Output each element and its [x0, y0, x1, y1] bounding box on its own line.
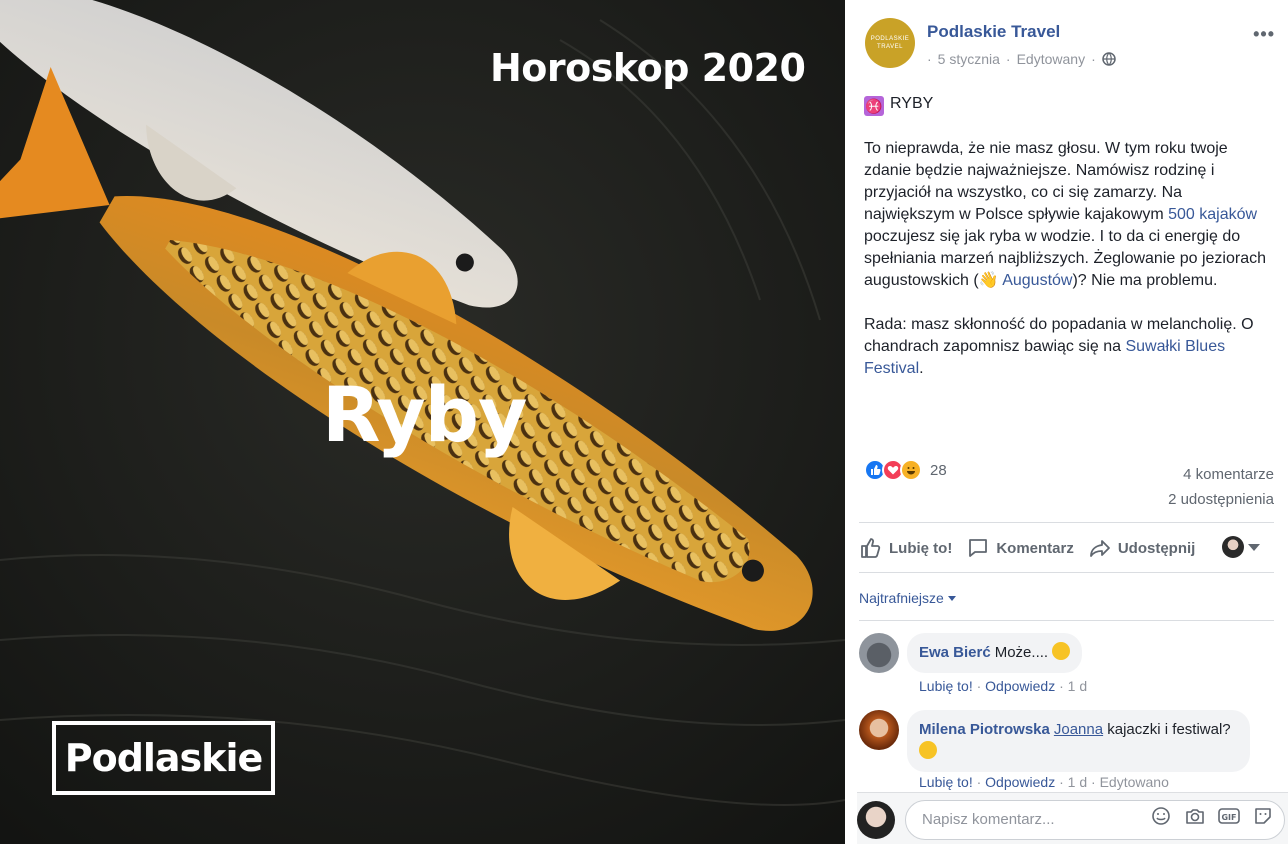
svg-text:GIF: GIF — [1221, 813, 1236, 822]
page-avatar[interactable]: PODLASKIE TRAVEL — [865, 18, 915, 68]
meta-sep: · — [1005, 51, 1011, 67]
thumbs-up-icon — [861, 538, 881, 558]
comment-time[interactable]: 1 d — [1068, 774, 1087, 790]
grin-emoji-icon — [1052, 642, 1071, 660]
engagement-counts: 4 komentarze 2 udostępnienia — [1168, 462, 1274, 512]
speech-bubble-icon — [969, 539, 988, 557]
comment-bubble: Ewa Bierć Może.... — [907, 633, 1083, 673]
photo-logo-text: Podlaskie — [64, 736, 264, 780]
post-meta: · 5 stycznia · Edytowany · — [927, 51, 1116, 67]
post-heading: ♓ RYBY — [864, 93, 1276, 116]
reaction-count: 28 — [930, 461, 947, 479]
link-500-kajakow[interactable]: 500 kajaków — [1168, 206, 1257, 223]
more-options-icon[interactable]: ••• — [1253, 24, 1275, 45]
overlay-sign-name: Ryby — [322, 370, 528, 459]
comment-time[interactable]: 1 d — [1068, 678, 1087, 694]
divider — [859, 522, 1274, 523]
current-user-avatar — [857, 801, 895, 839]
post-date[interactable]: 5 stycznia — [938, 51, 1000, 67]
sticker-icon[interactable] — [1252, 805, 1274, 827]
comment-meta: Lubię to! · Odpowiedz · 1 d — [919, 678, 1088, 694]
p1-text-c: )? Nie ma problemu. — [1072, 272, 1218, 289]
tagged-user-link[interactable]: Joanna — [1054, 721, 1103, 738]
post-body: ♓ RYBY To nieprawda, że nie masz głosu. W… — [864, 93, 1276, 402]
post-header: PODLASKIE TRAVEL Podlaskie Travel · 5 st… — [865, 18, 1275, 74]
page-name-link[interactable]: Podlaskie Travel — [927, 22, 1060, 42]
comment-reply-link[interactable]: Odpowiedz — [985, 774, 1055, 790]
post-paragraph-2: Rada: masz skłonność do popadania w mela… — [864, 314, 1276, 380]
share-label: Udostępnij — [1117, 539, 1196, 557]
action-bar: Lubię to! Komentarz Udostępnij — [859, 530, 1274, 566]
chevron-down-icon — [947, 595, 956, 601]
user-avatar — [1222, 536, 1244, 558]
comment-like-link[interactable]: Lubię to! — [919, 678, 973, 694]
meta-sep: · — [1091, 51, 1096, 67]
like-label: Lubię to! — [889, 539, 953, 557]
gif-icon[interactable]: GIF — [1218, 805, 1240, 827]
globe-icon[interactable] — [1102, 52, 1116, 66]
meta-sep: · — [927, 51, 932, 67]
commenter-avatar[interactable] — [859, 633, 899, 673]
page-avatar-line1: PODLASKIE — [870, 36, 910, 42]
chevron-down-icon — [1248, 543, 1260, 551]
comments-count-link[interactable]: 4 komentarze — [1168, 462, 1274, 487]
page-avatar-line2: TRAVEL — [877, 44, 903, 50]
comment-edited[interactable]: Edytowano — [1100, 774, 1169, 790]
link-augustow[interactable]: Augustów — [1002, 272, 1072, 289]
comment-reply-link[interactable]: Odpowiedz — [985, 678, 1055, 694]
comment-text: Może.... — [994, 644, 1049, 661]
comment-sort-dropdown[interactable]: Najtrafniejsze — [859, 590, 956, 606]
comment-author[interactable]: Ewa Bierć — [919, 644, 991, 661]
share-button[interactable]: Udostępnij — [1088, 536, 1196, 560]
p2-text-b: . — [919, 360, 924, 377]
pisces-sign-icon: ♓ — [864, 96, 884, 116]
emoji-icon[interactable] — [1150, 805, 1172, 827]
post-photo[interactable]: Horoskop 2020 Ryby Podlaskie — [0, 0, 845, 844]
haha-reaction-icon — [900, 459, 922, 481]
comment-label: Komentarz — [996, 539, 1074, 557]
post-heading-text: RYBY — [890, 95, 934, 112]
like-button[interactable]: Lubię to! — [859, 536, 952, 560]
comment-bubble: Milena Piotrowska Joanna kajaczki i festi… — [907, 710, 1250, 772]
shares-count-link[interactable]: 2 udostępnienia — [1168, 487, 1274, 512]
comment-text: kajaczki i festiwal? — [1103, 721, 1231, 738]
overlay-title: Horoskop 2020 — [490, 46, 806, 90]
share-arrow-icon — [1089, 540, 1110, 557]
post-side-panel: PODLASKIE TRAVEL Podlaskie Travel · 5 st… — [845, 0, 1288, 844]
edited-label[interactable]: Edytowany — [1017, 51, 1085, 67]
post-paragraph-1: To nieprawda, że nie masz głosu. W tym r… — [864, 138, 1276, 292]
reactions-summary[interactable]: 28 — [864, 459, 947, 481]
comment-author[interactable]: Milena Piotrowska — [919, 721, 1050, 738]
write-comment-bar: Napisz komentarz... GIF — [857, 792, 1288, 844]
divider — [859, 620, 1274, 621]
post-as-selector[interactable] — [1222, 536, 1260, 558]
waving-hand-icon: 👋 — [978, 272, 999, 289]
comment-like-link[interactable]: Lubię to! — [919, 774, 973, 790]
commenter-avatar[interactable] — [859, 710, 899, 750]
comment-button[interactable]: Komentarz — [966, 536, 1074, 560]
photo-logo: Podlaskie — [52, 721, 275, 795]
grin-emoji-icon — [919, 741, 937, 759]
divider — [859, 572, 1274, 573]
camera-icon[interactable] — [1184, 805, 1206, 827]
comment-attachments: GIF — [1150, 805, 1274, 827]
sort-label: Najtrafniejsze — [859, 590, 944, 606]
comment-meta: Lubię to! · Odpowiedz · 1 d · Edytowano — [919, 774, 1169, 790]
